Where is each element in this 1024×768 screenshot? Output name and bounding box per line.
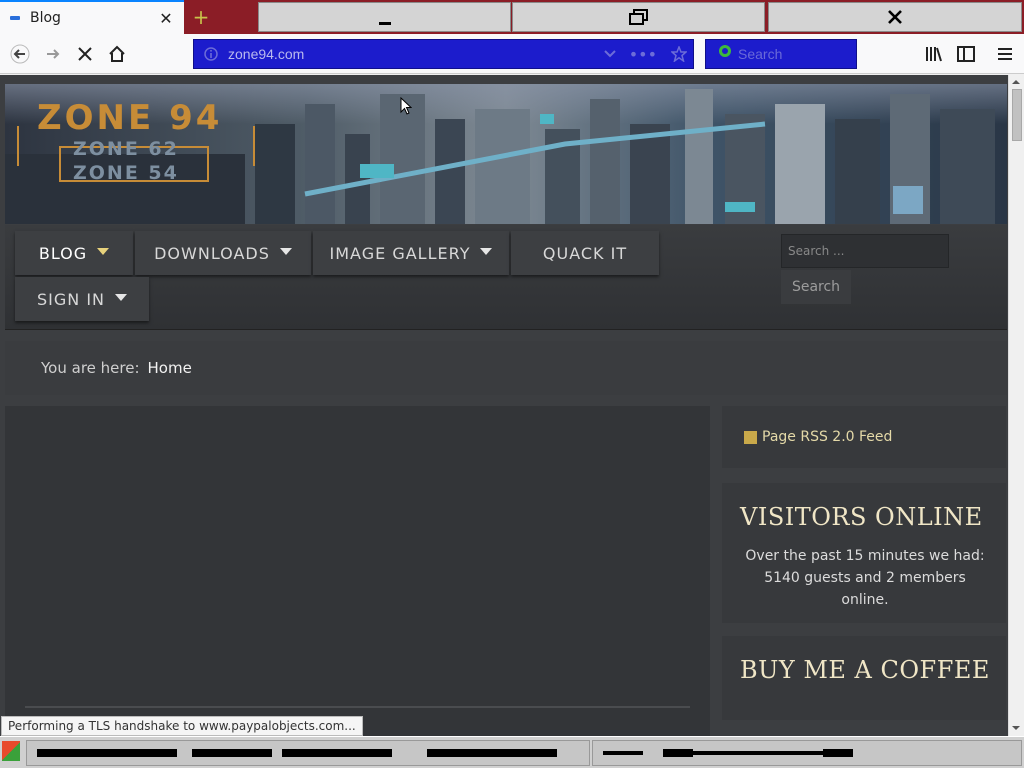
menu-label: DOWNLOADS [154, 243, 270, 263]
favicon-icon [10, 16, 20, 20]
site-banner[interactable]: ZONE 94 ZONE 62 ZONE 54 [5, 84, 1007, 224]
new-tab-button[interactable]: + [186, 2, 216, 32]
coffee-title: BUY ME A COFFEE [740, 656, 990, 684]
site-logo[interactable]: ZONE 94 [37, 98, 222, 138]
back-arrow-icon [10, 44, 30, 64]
menu-label: IMAGE GALLERY [329, 243, 471, 263]
redacted-mark [37, 749, 177, 757]
page-viewport: ZONE 94 ZONE 62 ZONE 54 BLOG DOWNLOADS I… [0, 75, 1008, 736]
rss-icon [744, 430, 757, 444]
visitors-text: Over the past 15 minutes we had: 5140 gu… [745, 548, 985, 608]
redacted-mark [663, 749, 693, 757]
home-button[interactable] [101, 38, 133, 70]
restore-icon [628, 9, 648, 25]
back-button[interactable] [4, 38, 36, 70]
caret-down-icon [480, 247, 493, 255]
nav-bar: zone94.com ••• Search [0, 34, 1024, 74]
taskbar-button[interactable] [592, 740, 1022, 766]
close-icon [888, 10, 902, 24]
scroll-up-icon[interactable] [1010, 76, 1022, 88]
rss-feed-link[interactable]: Page RSS 2.0 Feed [722, 406, 1006, 468]
caret-down-icon [279, 247, 292, 255]
menu-item-sign-in[interactable]: SIGN IN [15, 277, 149, 321]
breadcrumb-home: Home [147, 359, 192, 377]
restore-button[interactable] [512, 2, 765, 32]
site-search-input[interactable]: Search ... [781, 234, 949, 268]
forward-button[interactable] [37, 38, 69, 70]
visitors-online-module: VISITORS ONLINE Over the past 15 minutes… [722, 483, 1006, 623]
browser-search-bar[interactable]: Search [705, 39, 857, 69]
site-search-button[interactable]: Search [781, 270, 851, 304]
menu-item-downloads[interactable]: DOWNLOADS [135, 231, 311, 275]
breadcrumb-label: You are here: [41, 359, 140, 377]
content-divider [25, 706, 690, 708]
sidebar-button[interactable] [950, 38, 982, 70]
search-placeholder: Search [738, 46, 783, 62]
sidebar-icon [957, 46, 975, 62]
tab-title: Blog [30, 10, 61, 26]
scrollbar-thumb[interactable] [1012, 89, 1022, 141]
redacted-mark [823, 749, 853, 757]
url-text: zone94.com [228, 46, 305, 62]
taskbar [0, 736, 1024, 768]
menu-label: QUACK IT [542, 243, 628, 263]
close-window-button[interactable] [768, 2, 1022, 32]
status-tooltip: Performing a TLS handshake to www.paypal… [1, 716, 363, 736]
library-button[interactable] [918, 38, 950, 70]
main-content [5, 406, 710, 736]
scroll-down-icon[interactable] [1010, 722, 1022, 734]
vertical-scrollbar[interactable] [1008, 75, 1024, 736]
minimize-icon [378, 21, 391, 25]
breadcrumb: You are here: Home [5, 341, 1007, 395]
forward-arrow-icon [47, 49, 60, 59]
library-icon [926, 47, 942, 62]
mouse-cursor-icon [400, 97, 412, 115]
caret-down-icon [97, 247, 110, 255]
hamburger-icon [998, 48, 1012, 60]
start-button[interactable] [2, 741, 20, 761]
bookmark-star-icon[interactable] [671, 46, 687, 62]
redacted-mark [427, 749, 557, 757]
redacted-mark [693, 751, 843, 755]
menu-button[interactable] [989, 38, 1021, 70]
logo-subtitle-1: ZONE 62 [73, 138, 179, 160]
redacted-mark [192, 749, 272, 757]
home-icon [109, 45, 125, 62]
menu-label: BLOG [38, 243, 88, 263]
minimize-button[interactable] [258, 2, 511, 32]
taskbar-button[interactable] [26, 740, 590, 766]
dropdown-icon[interactable] [603, 49, 617, 59]
buy-coffee-module: BUY ME A COFFEE [722, 636, 1006, 720]
tab-strip: Blog ✕ + [0, 0, 1024, 34]
redacted-mark [282, 749, 392, 757]
visitors-title: VISITORS ONLINE [740, 503, 983, 531]
menu-item-quack-it[interactable]: QUACK IT [511, 231, 659, 275]
menu-label: SIGN IN [36, 289, 105, 309]
redacted-mark [603, 751, 643, 755]
page-actions-icon[interactable]: ••• [629, 45, 657, 64]
stop-button[interactable] [69, 38, 101, 70]
menu-item-image-gallery[interactable]: IMAGE GALLERY [313, 231, 509, 275]
menu-item-blog[interactable]: BLOG [15, 231, 133, 275]
url-bar[interactable]: zone94.com ••• [193, 39, 694, 69]
rss-label: Page RSS 2.0 Feed [762, 429, 893, 445]
close-tab-icon[interactable]: ✕ [154, 6, 178, 30]
logo-subtitle-2: ZONE 54 [73, 162, 179, 184]
stop-icon [78, 47, 92, 61]
tab-blog[interactable]: Blog ✕ [0, 0, 184, 34]
caret-down-icon [115, 293, 127, 301]
search-engine-icon [719, 45, 731, 57]
info-icon[interactable] [204, 47, 218, 61]
